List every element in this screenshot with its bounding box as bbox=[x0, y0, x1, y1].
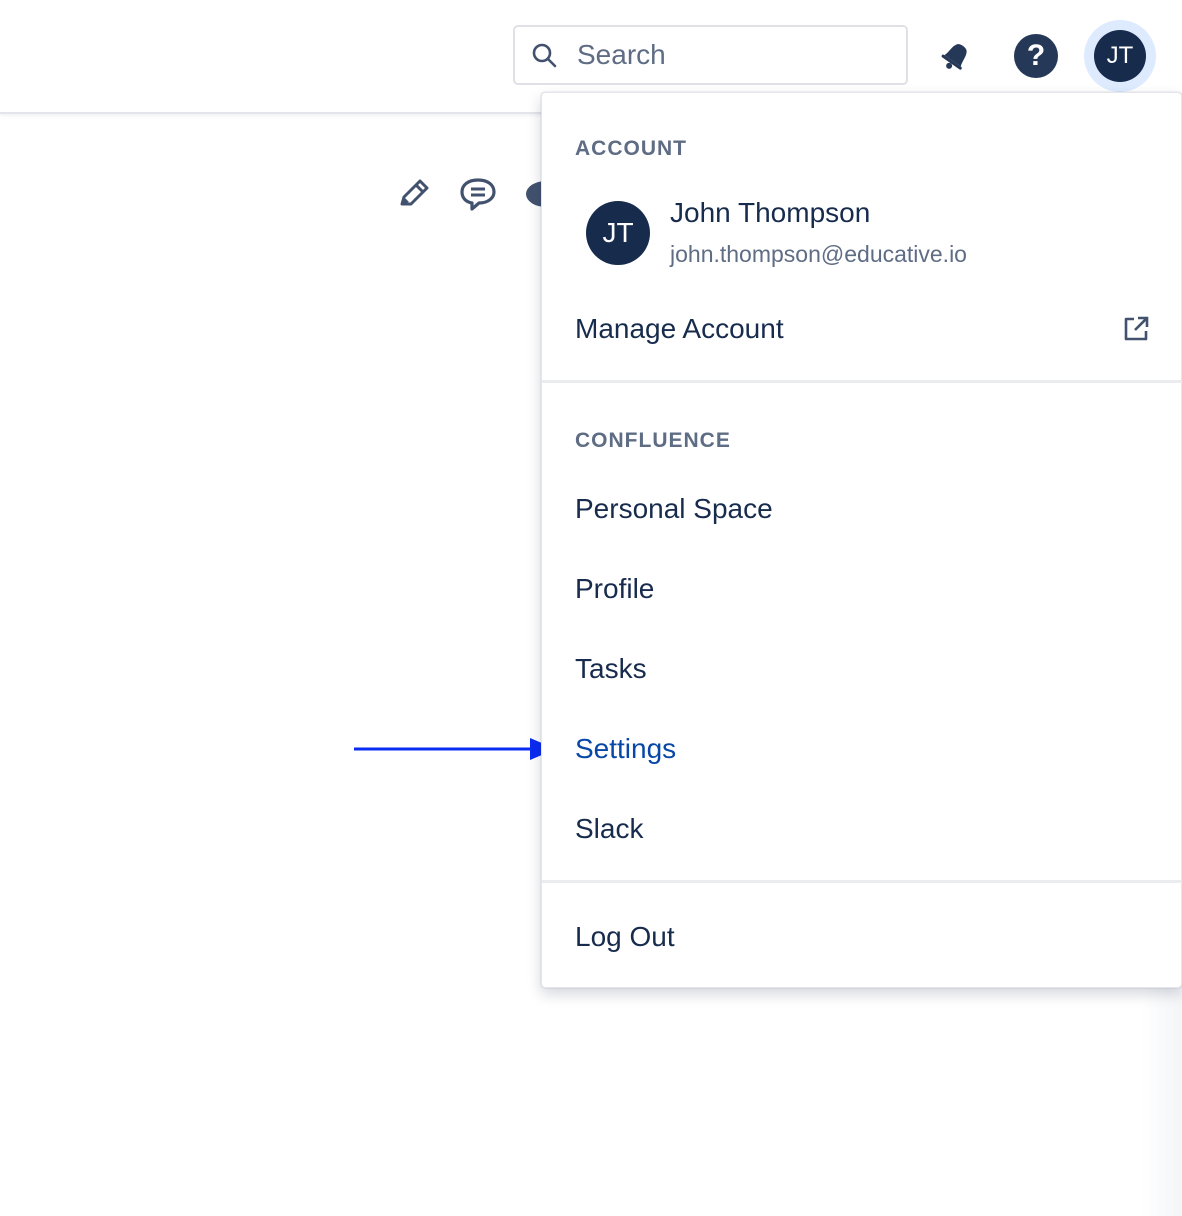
search-input[interactable] bbox=[575, 38, 879, 72]
user-name: John Thompson bbox=[670, 197, 871, 228]
confluence-section-heading: CONFLUENCE bbox=[575, 429, 731, 452]
user-email: john.thompson@educative.io bbox=[670, 241, 967, 267]
menu-item-tasks[interactable]: Tasks bbox=[575, 653, 647, 685]
bell-icon[interactable] bbox=[936, 36, 976, 76]
external-link-icon bbox=[1124, 316, 1149, 341]
pencil-icon[interactable] bbox=[396, 176, 432, 212]
search-box[interactable] bbox=[513, 25, 908, 85]
profile-avatar-button[interactable]: JT bbox=[1094, 30, 1146, 82]
log-out-button[interactable]: Log Out bbox=[575, 921, 675, 953]
help-icon[interactable]: ? bbox=[1014, 34, 1058, 78]
account-section-heading: ACCOUNT bbox=[575, 137, 687, 160]
user-avatar: JT bbox=[586, 201, 650, 265]
menu-divider bbox=[542, 880, 1182, 883]
menu-item-profile[interactable]: Profile bbox=[575, 573, 654, 605]
account-dropdown-menu: ACCOUNT JT John Thompson john.thompson@e… bbox=[541, 92, 1182, 988]
manage-account-link[interactable]: Manage Account bbox=[575, 313, 784, 345]
menu-item-settings[interactable]: Settings bbox=[575, 733, 676, 765]
comment-icon[interactable] bbox=[458, 176, 498, 212]
menu-item-slack[interactable]: Slack bbox=[575, 813, 643, 845]
menu-item-personal-space[interactable]: Personal Space bbox=[575, 493, 773, 525]
page: ? JT ACCOUNT JT John Thompson john.thomp… bbox=[0, 0, 1182, 1216]
annotation-arrow bbox=[354, 738, 556, 760]
search-icon bbox=[532, 43, 557, 68]
menu-divider bbox=[542, 380, 1182, 383]
